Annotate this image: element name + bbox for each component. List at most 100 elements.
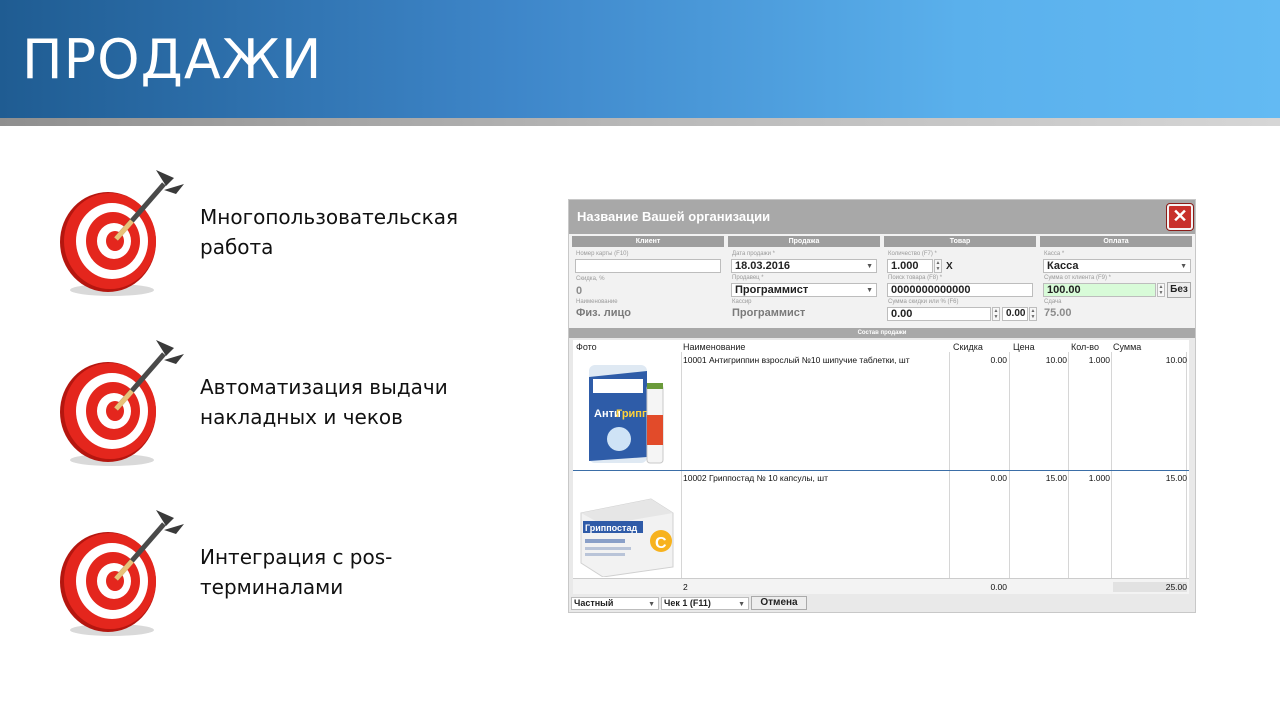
app-titlebar: Название Вашей организации ✕ bbox=[569, 200, 1195, 234]
column-header-qty: Кол-во bbox=[1071, 342, 1099, 352]
bullet-item: Автоматизация выдачи накладных и чеков bbox=[52, 332, 512, 472]
card-number-input[interactable] bbox=[575, 259, 721, 273]
no-change-button[interactable]: Без bbox=[1167, 282, 1191, 298]
column-header-photo: Фото bbox=[576, 342, 597, 352]
app-title: Название Вашей организации bbox=[577, 209, 771, 224]
chevron-down-icon: ▼ bbox=[738, 601, 745, 608]
bullet-line: накладных и чеков bbox=[200, 405, 403, 429]
receipt-select[interactable]: Чек 1 (F11) ▼ bbox=[661, 597, 749, 610]
item-qty: 1.000 bbox=[1088, 473, 1110, 483]
goods-discount-pct-input[interactable]: 0.00 bbox=[1002, 307, 1028, 321]
client-type-value: Частный bbox=[574, 598, 614, 608]
bullet-line: Интеграция с pos- bbox=[200, 545, 393, 569]
client-section: Клиент Номер карты (F10) Скидка, % 0 Наи… bbox=[572, 236, 724, 326]
sale-form: Клиент Номер карты (F10) Скидка, % 0 Наи… bbox=[569, 234, 1195, 328]
product-letter-text: С bbox=[655, 535, 667, 552]
composition-header: Состав продажи bbox=[569, 328, 1195, 338]
slide-title: ПРОДАЖИ bbox=[22, 28, 323, 91]
cashier-value: Программист bbox=[732, 307, 806, 319]
bullet-item: Многопользовательская работа bbox=[52, 162, 512, 302]
grippostad-product-image: Гриппостад С bbox=[580, 498, 674, 577]
item-qty: 1.000 bbox=[1088, 355, 1110, 365]
discount-pct-stepper[interactable]: ▲ ▼ bbox=[1029, 307, 1037, 321]
client-section-header: Клиент bbox=[572, 236, 724, 247]
cash-register-value: Касса bbox=[1047, 260, 1079, 272]
goods-discount-sum-input[interactable]: 0.00 bbox=[887, 307, 991, 321]
sale-items-table: Фото Наименование Скидка Цена Кол-во Сум… bbox=[573, 340, 1189, 594]
bullet-line: работа bbox=[200, 235, 274, 259]
quantity-input[interactable]: 1.000 bbox=[887, 259, 933, 273]
bullet-line: Многопользовательская bbox=[200, 205, 458, 229]
sale-section-header: Продажа bbox=[728, 236, 880, 247]
discount-sum-stepper[interactable]: ▲ ▼ bbox=[992, 307, 1000, 321]
column-header-discount: Скидка bbox=[953, 342, 983, 352]
quantity-label: Количество (F7) * bbox=[888, 251, 937, 257]
sale-section: Продажа Дата продажи * 18.03.2016 ▼ Прод… bbox=[728, 236, 880, 326]
item-price: 10.00 bbox=[1045, 355, 1067, 365]
payment-section-header: Оплата bbox=[1040, 236, 1192, 247]
table-row[interactable]: Анти Гриппин 10001 Антигриппин взрослый … bbox=[573, 353, 1189, 471]
cashier-label: Кассир bbox=[732, 299, 752, 305]
discount-value: 0 bbox=[576, 285, 583, 297]
target-dart-icon bbox=[60, 340, 184, 466]
client-name-value: Физ. лицо bbox=[576, 307, 631, 319]
item-name: 10001 Антигриппин взрослый №10 шипучие т… bbox=[683, 355, 910, 365]
antigrippin-product-image: Анти Гриппин bbox=[589, 365, 664, 464]
client-sum-stepper[interactable]: ▲ ▼ bbox=[1157, 283, 1165, 297]
close-button[interactable]: ✕ bbox=[1167, 204, 1193, 230]
chevron-down-icon: ▼ bbox=[648, 601, 655, 608]
bullet-line: терминалами bbox=[200, 575, 344, 599]
bullet-line: Автоматизация выдачи bbox=[200, 375, 448, 399]
goods-discount-label: Сумма скидки или % (F6) bbox=[888, 299, 959, 305]
total-discount: 0.00 bbox=[990, 582, 1007, 592]
item-sum: 10.00 bbox=[1165, 355, 1187, 365]
total-sum: 25.00 bbox=[1113, 582, 1187, 592]
header-divider bbox=[0, 118, 1280, 126]
item-name: 10002 Гриппостад № 10 капсулы, шт bbox=[683, 473, 828, 483]
multiply-mark: X bbox=[946, 261, 953, 272]
sale-date-value: 18.03.2016 bbox=[735, 260, 791, 272]
item-sum: 15.00 bbox=[1165, 473, 1187, 483]
target-dart-icon bbox=[60, 170, 184, 296]
seller-select[interactable]: Программист ▼ bbox=[731, 283, 877, 297]
client-sum-input[interactable]: 100.00 bbox=[1043, 283, 1156, 297]
receipt-value: Чек 1 (F11) bbox=[664, 598, 711, 608]
column-header-name: Наименование bbox=[683, 342, 746, 352]
bullet-item: Интеграция с pos- терминалами bbox=[52, 502, 512, 642]
sale-date-select[interactable]: 18.03.2016 ▼ bbox=[731, 259, 877, 273]
bullet-text: Автоматизация выдачи накладных и чеков bbox=[200, 372, 510, 432]
seller-label: Продавец * bbox=[732, 275, 764, 281]
client-type-select[interactable]: Частный ▼ bbox=[571, 597, 659, 610]
bullet-text: Интеграция с pos- терминалами bbox=[200, 542, 510, 602]
column-header-price: Цена bbox=[1013, 342, 1035, 352]
item-discount: 0.00 bbox=[990, 473, 1007, 483]
goods-section: Товар Количество (F7) * 1.000 ▲ ▼ X Поиск… bbox=[884, 236, 1037, 326]
goods-search-input[interactable]: 0000000000000 bbox=[887, 283, 1033, 297]
chevron-down-icon: ▼ bbox=[866, 287, 873, 294]
change-value: 75.00 bbox=[1044, 307, 1072, 319]
cash-register-label: Касса * bbox=[1044, 251, 1065, 257]
totals-row: 2 0.00 25.00 bbox=[573, 578, 1189, 594]
client-name-label: Наименование bbox=[576, 299, 618, 305]
column-header-sum: Сумма bbox=[1113, 342, 1142, 352]
table-row[interactable]: Гриппостад С 10002 Гриппостад № 10 капсу… bbox=[573, 471, 1189, 578]
seller-value: Программист bbox=[735, 284, 809, 296]
discount-label: Скидка, % bbox=[576, 276, 605, 282]
sales-app-window: Название Вашей организации ✕ Клиент Номе… bbox=[568, 199, 1196, 613]
product-brand-text: Гриппостад bbox=[585, 523, 637, 533]
item-price: 15.00 bbox=[1045, 473, 1067, 483]
goods-section-header: Товар bbox=[884, 236, 1036, 247]
cancel-button[interactable]: Отмена bbox=[751, 596, 807, 610]
target-dart-icon bbox=[60, 510, 184, 636]
sale-date-label: Дата продажи * bbox=[732, 251, 775, 257]
client-sum-label: Сумма от клиента (F9) * bbox=[1044, 275, 1112, 281]
goods-search-label: Поиск товара (F8) * bbox=[888, 275, 943, 281]
total-count: 2 bbox=[683, 582, 688, 592]
quantity-stepper[interactable]: ▲ ▼ bbox=[934, 259, 942, 273]
item-discount: 0.00 bbox=[990, 355, 1007, 365]
chevron-down-icon: ▼ bbox=[866, 263, 873, 270]
cash-register-select[interactable]: Касса ▼ bbox=[1043, 259, 1191, 273]
card-number-label: Номер карты (F10) bbox=[576, 251, 629, 257]
change-label: Сдача bbox=[1044, 299, 1062, 305]
bottom-toolbar: Частный ▼ Чек 1 (F11) ▼ Отмена bbox=[569, 596, 1195, 612]
